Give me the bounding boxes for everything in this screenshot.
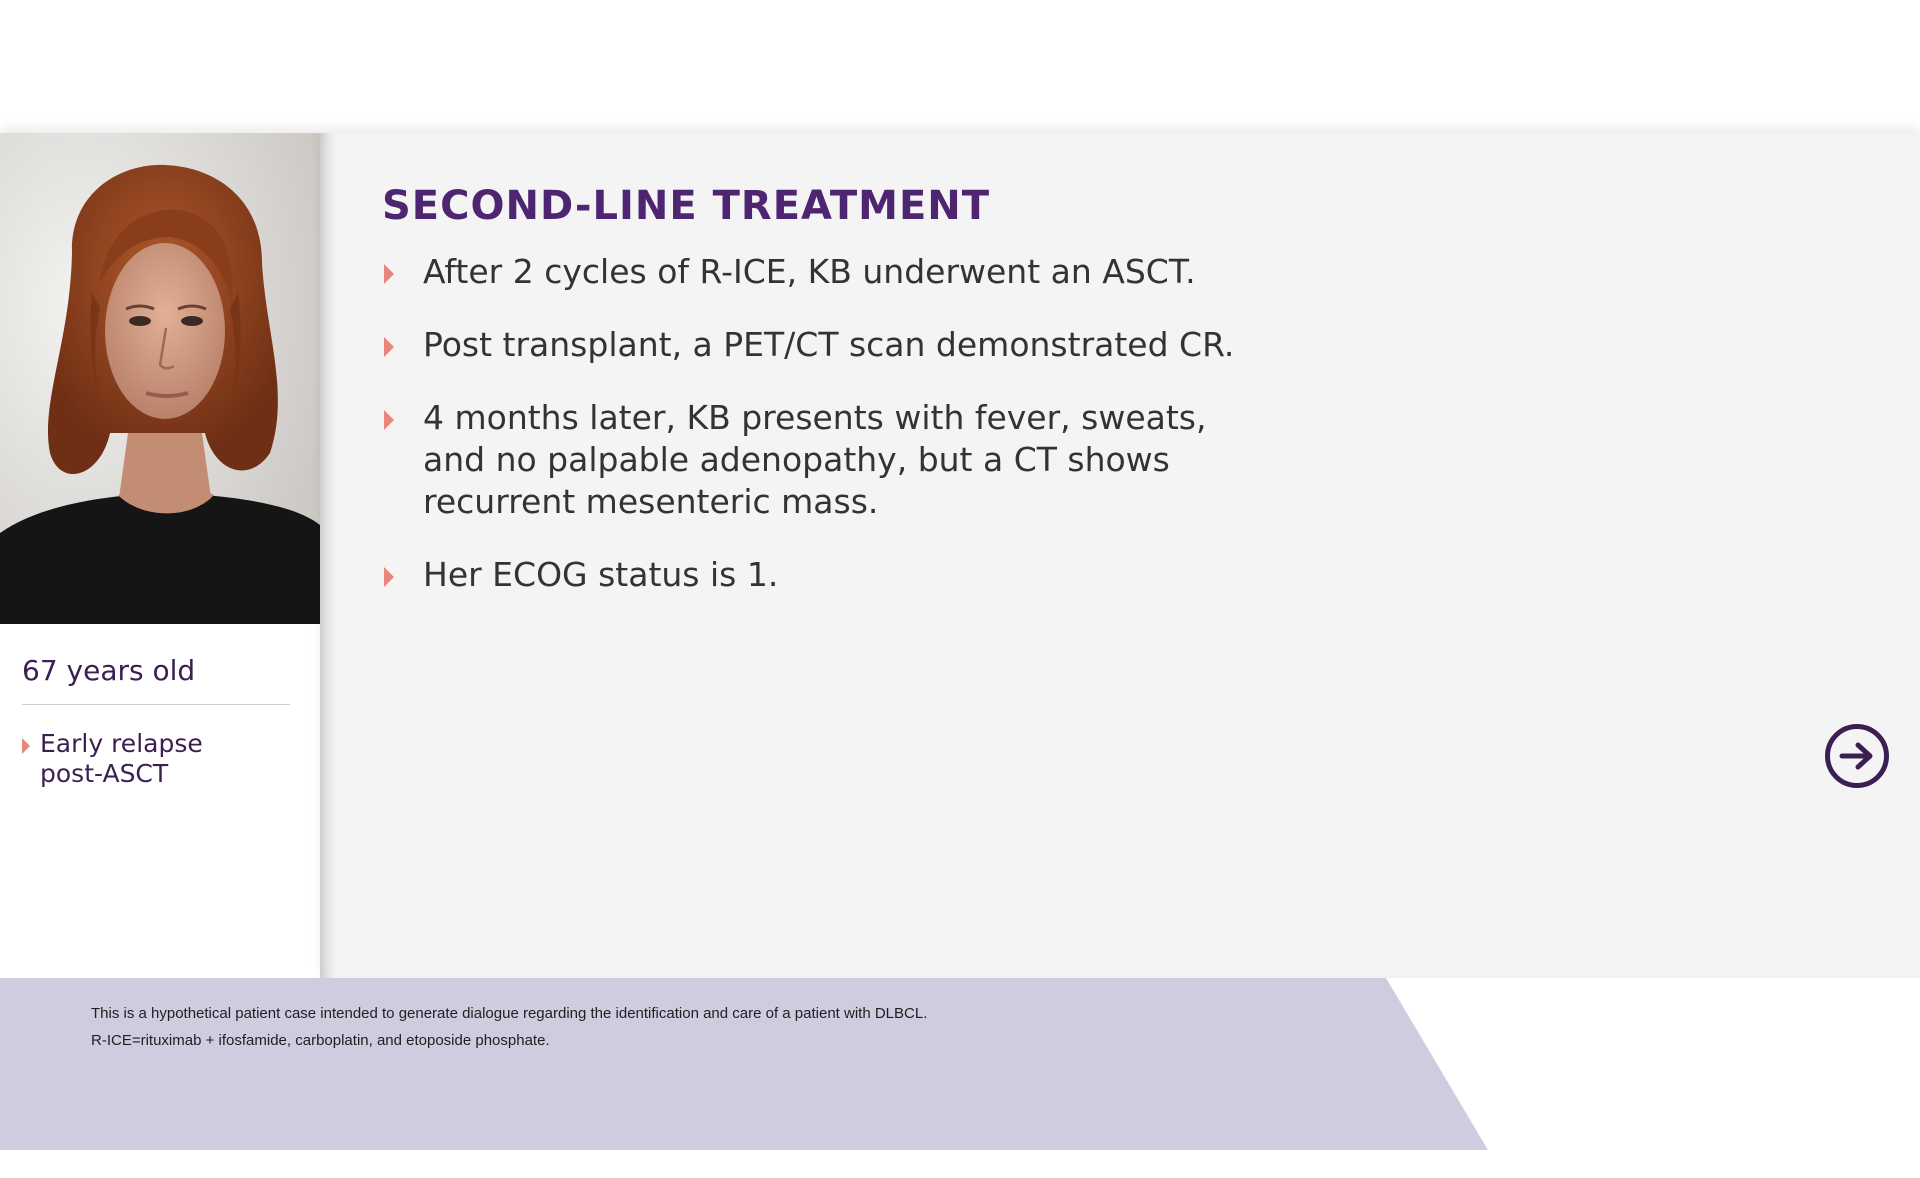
divider (22, 704, 290, 705)
portrait-illustration (0, 133, 320, 624)
bullet-text: Post transplant, a PET/CT scan demonstra… (423, 325, 1235, 364)
bullet-text: Her ECOG status is 1. (423, 555, 779, 594)
bullet-arrow-icon (384, 567, 394, 587)
condition-item: Early relapse post-ASCT (22, 729, 302, 789)
slide: 67 years old Early relapse post-ASCT SEC… (0, 0, 1920, 1178)
patient-portrait (0, 133, 320, 624)
condition-label: Early relapse post-ASCT (40, 729, 203, 788)
bullet-arrow-icon (22, 738, 30, 754)
bullet-text: After 2 cycles of R-ICE, KB underwent an… (423, 252, 1196, 291)
page-title: SECOND-LINE TREATMENT (382, 183, 991, 229)
bullet-list: After 2 cycles of R-ICE, KB underwent an… (382, 251, 1282, 627)
bullet-arrow-icon (384, 337, 394, 357)
bullet-item: 4 months later, KB presents with fever, … (382, 397, 1282, 523)
main-content-panel: SECOND-LINE TREATMENT After 2 cycles of … (320, 133, 1920, 978)
bullet-text: 4 months later, KB presents with fever, … (423, 398, 1207, 521)
next-button[interactable] (1825, 724, 1889, 788)
bullet-item: Her ECOG status is 1. (382, 554, 1282, 596)
bullet-arrow-icon (384, 264, 394, 284)
bullet-item: After 2 cycles of R-ICE, KB underwent an… (382, 251, 1282, 293)
arrow-right-circle-icon (1839, 742, 1873, 770)
footer-abbreviations: R-ICE=rituximab + ifosfamide, carboplati… (91, 1032, 550, 1049)
bullet-arrow-icon (384, 410, 394, 430)
patient-age: 67 years old (22, 654, 196, 687)
bullet-item: Post transplant, a PET/CT scan demonstra… (382, 324, 1282, 366)
patient-panel: 67 years old Early relapse post-ASCT (0, 133, 320, 978)
footer-disclaimer: This is a hypothetical patient case inte… (91, 1005, 928, 1022)
